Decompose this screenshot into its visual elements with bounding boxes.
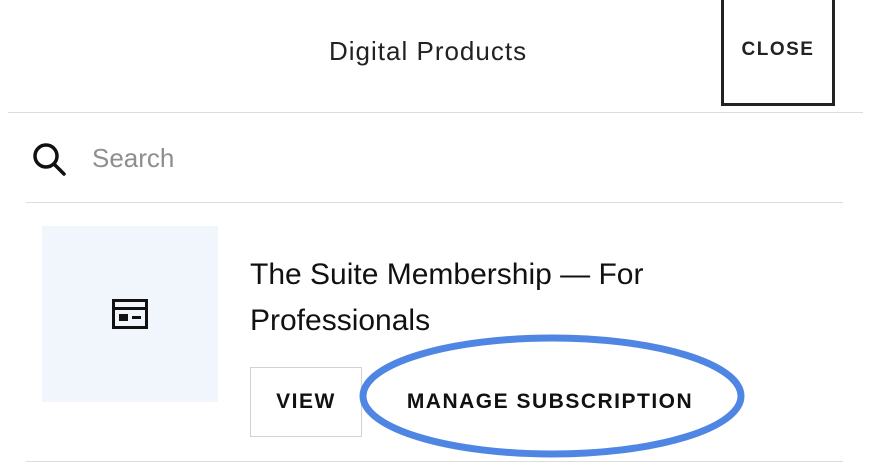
layout-card-icon: [112, 299, 148, 329]
header-divider: [8, 112, 863, 113]
view-button[interactable]: VIEW: [250, 367, 362, 437]
modal-header: Digital Products CLOSE: [0, 0, 872, 112]
product-thumbnail[interactable]: [42, 226, 218, 402]
product-title[interactable]: The Suite Membership — For Professionals: [250, 252, 810, 344]
search-divider: [26, 202, 843, 203]
search-icon[interactable]: [30, 140, 68, 178]
close-button[interactable]: CLOSE: [721, 0, 835, 106]
page-title: Digital Products: [329, 36, 528, 66]
search-input[interactable]: [92, 138, 692, 178]
search-bar: [26, 134, 846, 184]
list-divider: [26, 461, 843, 462]
manage-subscription-button[interactable]: MANAGE SUBSCRIPTION: [380, 367, 720, 437]
